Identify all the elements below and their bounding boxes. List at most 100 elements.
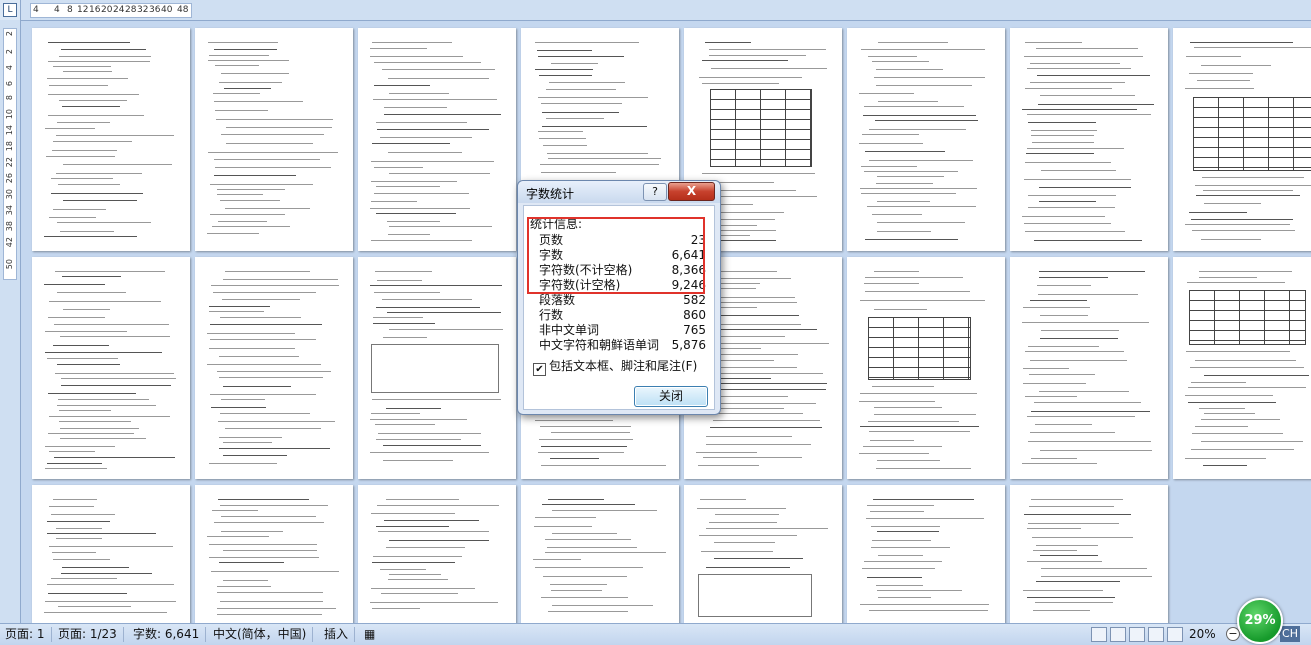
text-line <box>1187 282 1285 283</box>
status-section[interactable]: 页面: 1 <box>5 627 52 642</box>
text-line <box>389 329 503 330</box>
include-textboxes-checkbox[interactable]: ✔ 包括文本框、脚注和尾注(F) <box>533 359 697 376</box>
text-line <box>225 271 310 272</box>
text-line <box>47 584 174 585</box>
performance-badge[interactable]: 29% <box>1237 598 1283 644</box>
text-line <box>875 120 978 121</box>
text-line <box>1040 95 1135 96</box>
text-line <box>375 424 435 425</box>
text-line <box>549 82 625 83</box>
document-page-thumbnail[interactable] <box>847 28 1005 251</box>
text-line <box>1028 122 1096 123</box>
zoom-level[interactable]: 20% <box>1189 627 1216 641</box>
text-line <box>869 160 973 161</box>
document-page-thumbnail[interactable] <box>195 485 353 623</box>
document-page-thumbnail[interactable] <box>358 485 516 623</box>
text-line <box>63 309 110 310</box>
text-line <box>223 442 272 443</box>
text-line <box>1022 322 1149 323</box>
text-line <box>219 448 330 449</box>
text-line <box>374 85 430 86</box>
text-line <box>859 143 923 144</box>
status-page-count[interactable]: 页面: 1/23 <box>58 627 124 642</box>
close-button[interactable]: 关闭 <box>634 386 708 407</box>
text-line <box>224 88 271 89</box>
document-page-thumbnail[interactable] <box>1173 28 1311 251</box>
ruler-tick: 22 <box>5 157 14 168</box>
text-line <box>388 234 430 235</box>
close-icon[interactable]: X <box>668 182 715 201</box>
text-line <box>370 56 463 57</box>
document-page-thumbnail[interactable] <box>847 485 1005 623</box>
document-page-thumbnail[interactable] <box>1010 257 1168 479</box>
document-page-thumbnail[interactable] <box>358 257 516 479</box>
full-screen-reading-icon[interactable] <box>1110 627 1126 642</box>
input-language-indicator[interactable]: CH <box>1280 626 1300 642</box>
status-word-count[interactable]: 字数: 6,641 <box>133 627 207 642</box>
table-thumbnail <box>1193 97 1311 171</box>
text-line <box>1201 239 1261 240</box>
document-page-thumbnail[interactable] <box>195 257 353 479</box>
text-line <box>1027 597 1115 598</box>
text-line <box>1026 153 1094 154</box>
document-page-thumbnail[interactable] <box>358 28 516 251</box>
document-page-thumbnail[interactable] <box>1173 257 1311 479</box>
text-line <box>715 408 784 409</box>
text-line <box>221 516 316 517</box>
text-line <box>383 445 481 446</box>
stat-row-chinese-korean: 中文字符和朝鲜语单词 5,876 <box>539 338 706 353</box>
text-line <box>865 239 958 240</box>
print-layout-view-icon[interactable] <box>1091 627 1107 642</box>
outline-view-icon[interactable] <box>1148 627 1164 642</box>
text-line <box>1038 104 1154 105</box>
text-line <box>1031 499 1123 500</box>
text-line <box>58 399 149 400</box>
text-line <box>380 569 426 570</box>
text-line <box>711 196 817 197</box>
checkbox-label: 包括文本框、脚注和尾注(F) <box>549 359 698 373</box>
status-insert-mode[interactable]: 插入 <box>324 627 356 642</box>
text-line <box>1201 419 1280 420</box>
text-line <box>370 419 467 420</box>
web-layout-view-icon[interactable] <box>1129 627 1145 642</box>
text-line <box>861 193 956 194</box>
document-page-thumbnail[interactable] <box>684 485 842 623</box>
text-line <box>871 547 950 548</box>
macro-record-icon[interactable]: ▦ <box>364 627 381 642</box>
text-line <box>223 580 268 581</box>
status-language[interactable]: 中文(简体，中国) <box>213 627 314 642</box>
draft-view-icon[interactable] <box>1167 627 1183 642</box>
document-page-thumbnail[interactable] <box>521 485 679 623</box>
text-line <box>217 614 322 615</box>
document-page-thumbnail[interactable] <box>32 485 190 623</box>
document-page-thumbnail[interactable] <box>1010 28 1168 251</box>
horizontal-ruler[interactable]: 4 4 8 12 16 20 24 28 32 36 40 48 <box>0 0 1311 21</box>
ruler-tab-selector[interactable]: L <box>0 0 21 20</box>
document-page-thumbnail[interactable] <box>32 28 190 251</box>
text-line <box>548 499 604 500</box>
text-line <box>1196 195 1300 196</box>
text-line <box>1025 396 1077 397</box>
text-line <box>389 574 441 575</box>
text-line <box>1032 142 1094 143</box>
text-line <box>1025 231 1125 232</box>
ruler-tick: 32 <box>137 5 149 15</box>
document-page-thumbnail[interactable] <box>1010 485 1168 623</box>
text-line <box>55 271 165 272</box>
document-page-thumbnail[interactable] <box>195 28 353 251</box>
text-line <box>225 208 310 209</box>
text-line <box>1027 561 1102 562</box>
text-line <box>221 134 324 135</box>
text-line <box>59 410 111 411</box>
text-line <box>371 240 472 241</box>
vertical-ruler[interactable]: 2 2 4 6 8 10 14 18 22 26 30 34 38 42 50 <box>0 20 21 623</box>
help-button[interactable]: ? <box>643 183 667 201</box>
ruler-tick: 4 <box>5 65 14 71</box>
document-page-thumbnail[interactable] <box>32 257 190 479</box>
text-line <box>371 413 420 414</box>
text-line <box>210 184 313 185</box>
dialog-titlebar[interactable]: 字数统计 ? X <box>518 181 720 203</box>
ruler-tick: 26 <box>5 173 14 184</box>
document-page-thumbnail[interactable] <box>847 257 1005 479</box>
ruler-tick: 8 <box>5 95 14 101</box>
